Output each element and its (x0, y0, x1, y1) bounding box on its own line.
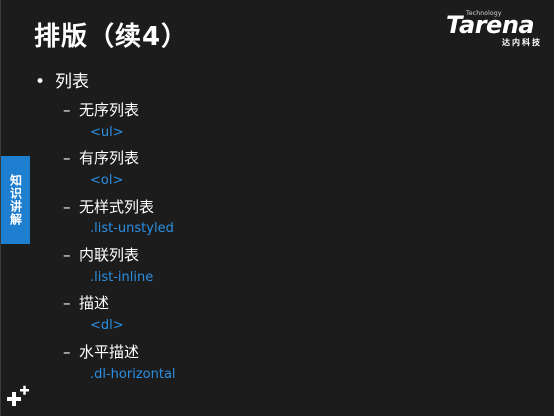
item-code: .list-inline (90, 270, 154, 285)
item-label: 无序列表 (79, 101, 140, 119)
slide: 排版（续4） Technology Tarena 达内科技 知识讲解 • 列表 –… (0, 0, 554, 416)
item-label: 描述 (79, 294, 110, 312)
dash-icon: – (63, 101, 71, 119)
logo-chinese-name: 达内科技 (502, 38, 542, 47)
logo-wordmark: Tarena (446, 11, 535, 39)
list-item: – 内联列表 (63, 244, 139, 266)
item-code: .dl-horizontal (90, 367, 176, 382)
list-item: – 无序列表 (63, 99, 139, 121)
list-item: – 有序列表 (63, 147, 139, 169)
dash-icon: – (63, 343, 71, 361)
topic-label: 列表 (55, 72, 89, 92)
item-code: <ol> (90, 173, 124, 188)
item-label: 水平描述 (79, 343, 140, 361)
item-label: 有序列表 (79, 149, 140, 167)
bullet-icon: • (35, 72, 46, 92)
tarena-logo: Technology Tarena 达内科技 (446, 10, 546, 52)
item-label: 无样式列表 (79, 198, 155, 216)
list-item: – 描述 (63, 292, 109, 314)
item-code: .list-unstyled (90, 221, 174, 236)
item-code: <dl> (90, 318, 124, 333)
dash-icon: – (63, 149, 71, 167)
item-code: <ul> (90, 125, 124, 140)
slide-title: 排版（续4） (34, 22, 189, 52)
side-tab-label: 知识讲解 (8, 174, 23, 226)
side-tab: 知识讲解 (1, 156, 30, 244)
dash-icon: – (63, 198, 71, 216)
dash-icon: – (63, 246, 71, 264)
plus-sparkle-icon (7, 385, 29, 406)
list-item: – 水平描述 (63, 341, 139, 363)
dash-icon: – (63, 294, 71, 312)
item-label: 内联列表 (79, 246, 140, 264)
topic-bullet: • 列表 (35, 70, 89, 94)
list-item: – 无样式列表 (63, 196, 154, 218)
